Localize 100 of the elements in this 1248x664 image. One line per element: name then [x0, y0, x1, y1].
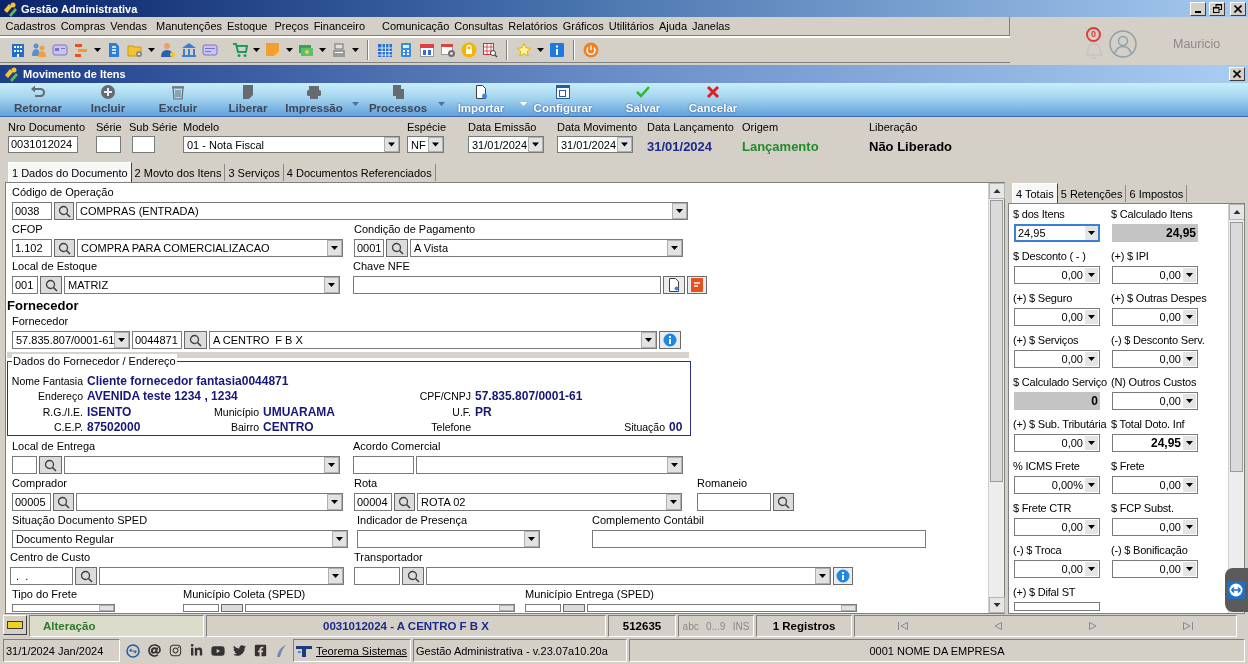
amount-field[interactable]: 24,95: [1014, 224, 1100, 242]
dropdown[interactable]: 57.835.807/0001-61: [12, 331, 130, 349]
info-icon[interactable]: [549, 42, 565, 58]
dropdown[interactable]: [426, 567, 831, 585]
dropdown[interactable]: A CENTRO F B X: [209, 331, 657, 349]
caret-icon[interactable]: [319, 48, 326, 52]
document-button[interactable]: [663, 276, 685, 294]
minimize-button[interactable]: [1190, 1, 1206, 16]
building-icon[interactable]: [10, 42, 26, 58]
menu-item[interactable]: Gráficos: [560, 20, 607, 32]
amount-field[interactable]: 0,00: [1112, 350, 1198, 368]
text-field[interactable]: 0038: [12, 202, 52, 220]
menu-item[interactable]: Compras: [58, 20, 108, 32]
text-field[interactable]: 0001: [354, 239, 384, 257]
cash-register-icon[interactable]: [331, 42, 347, 58]
table-search-icon[interactable]: [482, 42, 498, 58]
search-button[interactable]: [394, 493, 415, 511]
search-button[interactable]: [773, 493, 794, 511]
amount-field[interactable]: 24,95: [1112, 434, 1198, 452]
people-icon[interactable]: [31, 42, 47, 58]
search-button[interactable]: [39, 456, 62, 474]
dropdown[interactable]: [76, 493, 343, 511]
text-field[interactable]: [354, 567, 400, 585]
next-button[interactable]: [1087, 621, 1098, 631]
amount-field[interactable]: 0,00: [1014, 266, 1100, 284]
search-button[interactable]: [40, 276, 62, 294]
file-button[interactable]: [687, 276, 707, 294]
menu-item[interactable]: Comunicação: [379, 20, 452, 32]
text-field[interactable]: [525, 604, 561, 612]
amount-field[interactable]: 0,00: [1112, 476, 1198, 494]
search-button[interactable]: [54, 239, 75, 257]
tab[interactable]: 1 Dados do Documento: [8, 162, 132, 182]
person-icon[interactable]: [160, 42, 176, 58]
caret-icon[interactable]: [286, 48, 293, 52]
menu-item[interactable]: Manutenções: [153, 20, 225, 32]
close-button[interactable]: [1229, 67, 1245, 81]
dropdown[interactable]: ROTA 02: [417, 493, 682, 511]
caret-icon[interactable]: [253, 48, 260, 52]
menu-item[interactable]: Financeiro: [311, 20, 368, 32]
menu-item[interactable]: Relatórios: [505, 20, 561, 32]
card-icon[interactable]: [202, 42, 218, 58]
dropdown[interactable]: 31/01/2024: [468, 136, 544, 153]
dropdown[interactable]: MATRIZ: [64, 276, 340, 294]
previous-button[interactable]: [993, 621, 1004, 631]
menu-item[interactable]: Janelas: [689, 20, 733, 32]
dropdown[interactable]: [12, 604, 115, 612]
search-button[interactable]: [402, 567, 424, 585]
info-button[interactable]: [659, 331, 681, 349]
text-field[interactable]: 1.102: [12, 239, 52, 257]
scrollbar-thumb[interactable]: [990, 200, 1003, 482]
amount-field[interactable]: 0,00: [1014, 560, 1100, 578]
dropdown[interactable]: [245, 604, 515, 612]
amount-field[interactable]: 0,00: [1014, 350, 1100, 368]
tab[interactable]: 3 Serviços: [225, 164, 284, 181]
search-button[interactable]: [54, 202, 74, 220]
power-icon[interactable]: [583, 42, 599, 58]
restore-button[interactable]: [1209, 1, 1225, 16]
text-field[interactable]: 0044871: [132, 331, 182, 349]
dropdown[interactable]: [357, 530, 540, 548]
bars-icon[interactable]: [73, 42, 89, 58]
amount-field[interactable]: 0,00: [1112, 308, 1198, 326]
dropdown[interactable]: 01 - Nota Fiscal: [183, 136, 400, 153]
caret-icon[interactable]: [148, 48, 155, 52]
document-icon[interactable]: [106, 42, 122, 58]
caret-icon[interactable]: [537, 48, 544, 52]
circle-arrows-icon[interactable]: [126, 643, 140, 658]
calendar-grid-icon[interactable]: [377, 42, 393, 58]
text-field[interactable]: [96, 136, 121, 153]
search-button[interactable]: [75, 567, 97, 585]
money-icon[interactable]: [298, 42, 314, 58]
calculator-icon[interactable]: [398, 42, 414, 58]
text-field[interactable]: [183, 604, 219, 612]
linkedin-icon[interactable]: [190, 644, 203, 657]
text-field[interactable]: [12, 456, 37, 474]
text-field[interactable]: 001: [12, 276, 38, 294]
youtube-icon[interactable]: [211, 643, 225, 658]
amount-field[interactable]: 0,00: [1112, 392, 1198, 410]
menu-item[interactable]: Cadastros: [3, 20, 59, 32]
dropdown[interactable]: [64, 456, 340, 474]
menu-item[interactable]: Vendas: [107, 20, 150, 32]
menu-item[interactable]: Utilitários: [606, 20, 657, 32]
search-button[interactable]: [184, 331, 207, 349]
facebook-icon[interactable]: [254, 644, 267, 657]
amount-field[interactable]: 0,00: [1014, 308, 1100, 326]
dropdown[interactable]: COMPRAS (ENTRADA): [76, 202, 688, 220]
twitter-icon[interactable]: [233, 644, 246, 657]
dropdown[interactable]: 31/01/2024: [557, 136, 633, 153]
amount-field[interactable]: 0,00: [1112, 560, 1198, 578]
amount-field[interactable]: 0,00: [1112, 266, 1198, 284]
info-button[interactable]: [833, 567, 853, 585]
menu-item[interactable]: Ajuda: [656, 20, 690, 32]
amount-field[interactable]: 0,00%: [1014, 476, 1100, 494]
tab[interactable]: 4 Documentos Referenciados: [283, 164, 436, 181]
tab[interactable]: 5 Retenções: [1057, 185, 1127, 202]
text-field[interactable]: . .: [10, 567, 73, 585]
swoosh-icon[interactable]: [275, 643, 287, 658]
text-field[interactable]: 0031012024: [8, 136, 78, 153]
search-button[interactable]: [221, 604, 243, 612]
text-field[interactable]: [697, 493, 771, 511]
text-field[interactable]: [353, 276, 661, 294]
